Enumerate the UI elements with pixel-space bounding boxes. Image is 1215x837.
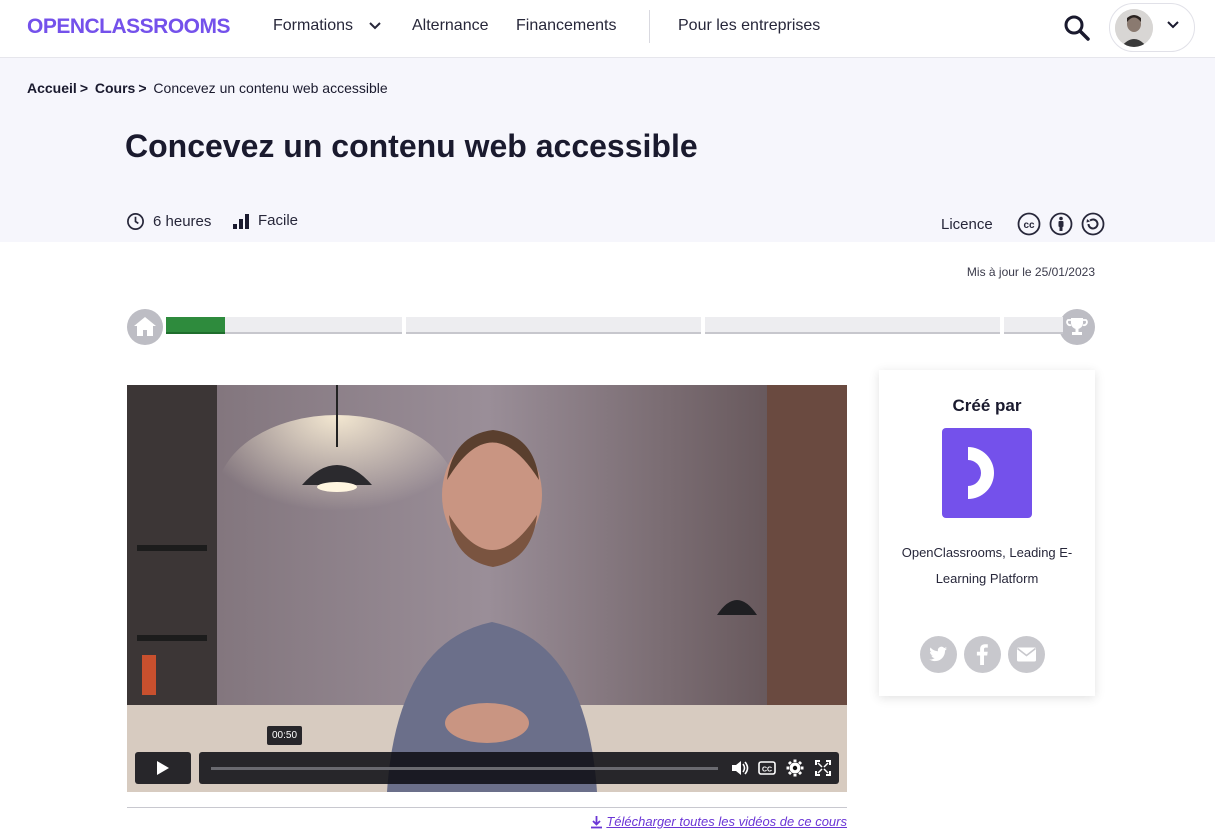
openclassrooms-logo[interactable]: OPENCLASSROOMS: [27, 15, 242, 37]
search-icon[interactable]: [1062, 13, 1092, 43]
page-title: Concevez un contenu web accessible: [125, 128, 698, 164]
progress-segment[interactable]: [465, 317, 524, 334]
share-facebook-button[interactable]: [964, 636, 1001, 673]
progress-segment[interactable]: [823, 317, 882, 334]
progress-segment[interactable]: [524, 317, 583, 334]
signal-bars-icon: [233, 213, 249, 229]
cc-icon: cc: [1017, 212, 1041, 236]
course-duration: 6 heures: [126, 212, 211, 231]
creator-card-title: Créé par: [952, 396, 1022, 415]
facebook-icon: [976, 644, 988, 665]
fullscreen-icon[interactable]: [813, 758, 833, 778]
home-icon: [134, 317, 156, 336]
video-controls: 00:50 CC: [135, 726, 839, 784]
breadcrumb-separator: >: [79, 80, 88, 96]
top-navigation-bar: OPENCLASSROOMS Formations Alternance Fin…: [0, 0, 1215, 58]
breadcrumb-current: Concevez un contenu web accessible: [153, 80, 388, 96]
by-icon: [1049, 212, 1073, 236]
video-frame: [127, 385, 847, 792]
progress-segment[interactable]: [1004, 317, 1063, 334]
seek-bar[interactable]: [211, 767, 718, 770]
user-menu-button[interactable]: [1109, 3, 1195, 52]
licence-label: Licence: [941, 215, 993, 233]
captions-icon[interactable]: CC: [757, 758, 777, 778]
chevron-down-icon: [369, 22, 382, 30]
progress-segment[interactable]: [941, 317, 1000, 334]
download-icon: [591, 815, 603, 828]
progress-segment[interactable]: [764, 317, 823, 334]
download-videos-link[interactable]: Télécharger toutes les vidéos de ce cour…: [590, 814, 847, 829]
progress-segment[interactable]: [284, 317, 343, 334]
svg-text:CC: CC: [762, 767, 772, 774]
mail-icon: [1017, 647, 1036, 662]
settings-icon[interactable]: [785, 758, 805, 778]
progress-segment[interactable]: [225, 317, 284, 334]
progress-segment[interactable]: [343, 317, 402, 334]
video-control-bar: 00:50 CC: [199, 726, 839, 784]
openclassrooms-mark-icon: [968, 447, 994, 499]
progress-trophy-button[interactable]: [1059, 309, 1095, 345]
download-videos-label: Télécharger toutes les vidéos de ce cour…: [606, 814, 847, 829]
nav-formations-label: Formations: [273, 17, 354, 34]
course-progress-bar: [127, 309, 1095, 345]
breadcrumb-home[interactable]: Accueil: [27, 80, 77, 96]
licence[interactable]: Licence cc: [941, 212, 1105, 236]
progress-segment[interactable]: [583, 317, 642, 334]
progress-segment[interactable]: [642, 317, 701, 334]
nav-formations[interactable]: Formations: [273, 17, 382, 35]
course-hero: Accueil > Cours > Concevez un contenu web …: [0, 58, 1215, 242]
progress-segment[interactable]: [882, 317, 941, 334]
logo-text: OPENCLASSROOMS: [27, 15, 231, 37]
svg-text:cc: cc: [1023, 220, 1035, 231]
nav-pour-les-entreprises[interactable]: Pour les entreprises: [678, 17, 820, 35]
last-updated: Mis à jour le 25/01/2023: [966, 265, 1095, 279]
chevron-down-icon: [1167, 21, 1179, 29]
clock-icon: [127, 213, 144, 230]
progress-home-button[interactable]: [127, 309, 163, 345]
share-twitter-button[interactable]: [920, 636, 957, 673]
twitter-icon: [929, 646, 947, 662]
nav-divider: [649, 10, 650, 43]
nav-alternance[interactable]: Alternance: [412, 17, 489, 35]
progress-segment[interactable]: [705, 317, 764, 334]
avatar: [1115, 9, 1153, 47]
progress-segment[interactable]: [166, 317, 225, 334]
breadcrumb: Accueil > Cours > Concevez un contenu web …: [27, 80, 388, 96]
creator-card: Créé par OpenClassrooms, Leading E-Learn…: [879, 370, 1095, 696]
sa-icon: [1081, 212, 1105, 236]
progress-segment[interactable]: [406, 317, 465, 334]
course-video-player[interactable]: 00:50 CC: [127, 385, 847, 792]
breadcrumb-courses[interactable]: Cours: [95, 80, 135, 96]
creator-name[interactable]: OpenClassrooms, Leading E-Learning Platf…: [899, 540, 1075, 592]
video-footer-divider: [127, 807, 847, 808]
course-level: Facile: [232, 212, 298, 229]
course-duration-text: 6 heures: [153, 213, 212, 230]
time-tooltip: 00:50: [267, 726, 303, 745]
volume-icon[interactable]: [729, 758, 749, 778]
play-icon: [157, 761, 169, 775]
nav-financements[interactable]: Financements: [516, 17, 617, 35]
breadcrumb-separator: >: [138, 80, 147, 96]
play-button[interactable]: [135, 752, 191, 784]
creator-logo[interactable]: [942, 428, 1032, 518]
share-mail-button[interactable]: [1008, 636, 1045, 673]
trophy-icon: [1066, 318, 1088, 335]
course-level-text: Facile: [258, 212, 299, 229]
